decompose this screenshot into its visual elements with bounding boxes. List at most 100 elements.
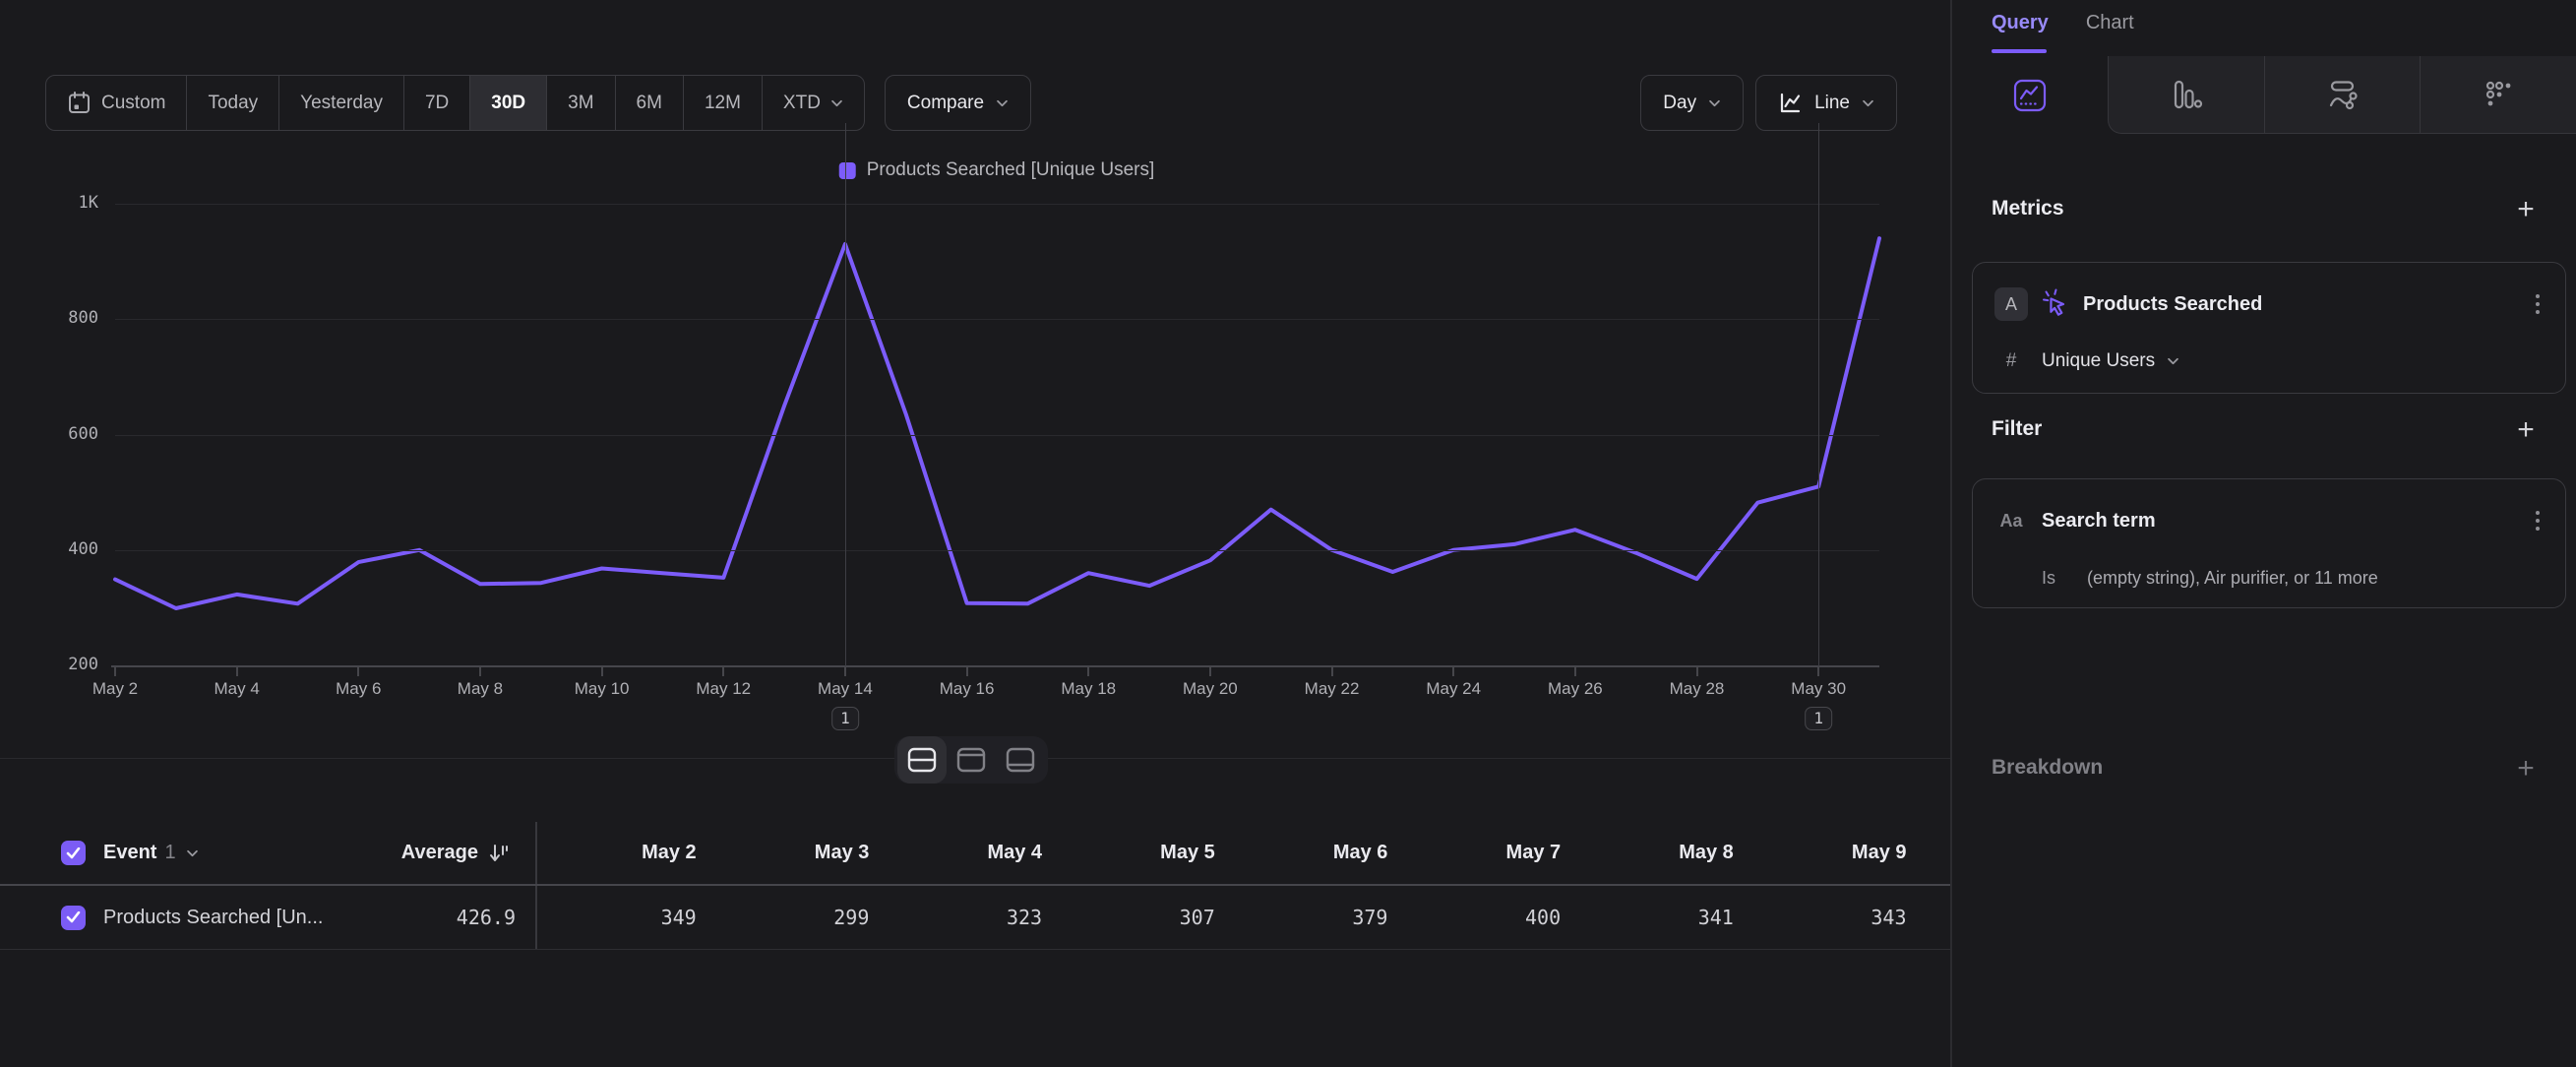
table-value-cell: 379 [1229, 886, 1402, 949]
x-tick-label: May 26 [1516, 679, 1634, 699]
x-tick-mark [357, 666, 359, 676]
row-label: Products Searched [Un... [103, 907, 323, 929]
average-column-label: Average [401, 842, 478, 864]
table-column-header[interactable]: May 5 [1056, 822, 1229, 884]
x-tick-mark [844, 666, 846, 676]
split-view-icon [907, 747, 937, 773]
tab-flows[interactable] [2264, 56, 2421, 134]
metric-card[interactable]: A Products Searched # Unique Users [1972, 262, 2566, 394]
kebab-menu-icon[interactable] [2530, 509, 2545, 533]
select-all-checkbox[interactable] [61, 841, 86, 865]
y-gridline [115, 435, 1879, 436]
flows-icon [2324, 77, 2360, 112]
tab-insights-line-chart[interactable] [1952, 56, 2108, 134]
x-tick-label: May 30 [1759, 679, 1877, 699]
x-tick-label: May 12 [664, 679, 782, 699]
filter-heading: Filter [1992, 417, 2042, 441]
table-row-left: Products Searched [Un... 426.9 [0, 886, 537, 949]
kebab-menu-icon[interactable] [2530, 292, 2545, 316]
event-column-label: Event [103, 842, 156, 864]
chart-line [0, 0, 1950, 787]
table-value-cell: 349 [537, 886, 710, 949]
x-tick-label: May 8 [421, 679, 539, 699]
filter-condition[interactable]: Is (empty string), Air purifier, or 11 m… [1994, 564, 2378, 592]
y-tick-label: 600 [20, 424, 98, 444]
x-tick-mark [601, 666, 603, 676]
sidebar-tabs: Query Chart [1992, 12, 2134, 34]
view-toggle [894, 736, 1048, 784]
x-tick-label: May 10 [543, 679, 661, 699]
annotation-badge[interactable]: 1 [831, 707, 859, 730]
add-breakdown-button[interactable]: + [2511, 754, 2541, 784]
filter-card[interactable]: Aa Search term Is (empty string), Air pu… [1972, 478, 2566, 608]
aggregation-label: Unique Users [2042, 350, 2155, 372]
x-tick-label: May 24 [1394, 679, 1512, 699]
chevron-down-icon[interactable] [186, 849, 199, 857]
metrics-heading: Metrics [1992, 197, 2064, 220]
x-tick-label: May 6 [299, 679, 417, 699]
metric-name: Products Searched [2083, 293, 2262, 316]
table-column-header[interactable]: May 9 [1748, 822, 1921, 884]
breakdown-heading: Breakdown [1992, 756, 2103, 780]
metric-aggregation-selector[interactable]: # Unique Users [1994, 347, 2179, 375]
metric-series-badge: A [1994, 287, 2028, 321]
x-tick-mark [1087, 666, 1089, 676]
x-tick-mark [722, 666, 724, 676]
table-column-header[interactable]: May 2 [537, 822, 710, 884]
check-icon [66, 847, 81, 859]
metric-card-header: A Products Searched [1994, 286, 2545, 322]
x-tick-label: May 16 [908, 679, 1026, 699]
table-column-header[interactable]: May 6 [1229, 822, 1402, 884]
results-table: Event 1 Average May 2May 3May 4May 5May … [0, 822, 1950, 950]
x-tick-mark [1452, 666, 1454, 676]
filter-operator: Is [2042, 568, 2055, 589]
table-row[interactable]: Products Searched [Un... 426.9 349299323… [0, 886, 1950, 950]
row-checkbox[interactable] [61, 906, 86, 930]
add-filter-button[interactable]: + [2511, 415, 2541, 445]
event-count: 1 [164, 842, 175, 864]
table-only-view-icon [1006, 747, 1035, 773]
sort-descending-icon[interactable] [487, 842, 511, 865]
table-header-left: Event 1 Average [0, 822, 537, 884]
row-average-value: 426.9 [457, 906, 535, 929]
table-value-cell: 341 [1574, 886, 1748, 949]
x-tick-label: May 4 [178, 679, 296, 699]
table-value-cell: 323 [883, 886, 1056, 949]
tab-retention-grid[interactable] [2420, 56, 2576, 134]
x-tick-label: May 28 [1638, 679, 1756, 699]
tab-chart[interactable]: Chart [2086, 12, 2134, 34]
table-value-cell: 307 [1056, 886, 1229, 949]
chart-only-view-button[interactable] [947, 736, 996, 784]
add-metric-button[interactable]: + [2511, 195, 2541, 224]
annotation-line [1818, 123, 1819, 666]
table-column-header[interactable]: May 4 [883, 822, 1056, 884]
annotation-badge[interactable]: 1 [1805, 707, 1832, 730]
event-click-icon [2042, 288, 2069, 320]
x-tick-mark [1209, 666, 1211, 676]
number-symbol: # [1994, 350, 2028, 372]
query-sidebar: Query Chart [1950, 0, 2576, 1067]
x-tick-mark [1696, 666, 1698, 676]
active-tab-underline [1992, 49, 2047, 53]
x-tick-mark [1817, 666, 1819, 676]
y-tick-label: 400 [20, 539, 98, 559]
split-view-button[interactable] [897, 736, 947, 784]
tab-funnels-bar-chart[interactable] [2108, 56, 2264, 134]
table-column-header[interactable]: May 7 [1401, 822, 1574, 884]
table-column-header[interactable]: May 3 [710, 822, 884, 884]
analytics-app: Custom Today Yesterday 7D 30D 3M 6M 12M … [0, 0, 2576, 1067]
filter-values-summary: (empty string), Air purifier, or 11 more [2087, 568, 2378, 589]
chart: 1K800600400200May 2May 4May 6May 8May 10… [0, 0, 1950, 787]
y-gridline [115, 319, 1879, 320]
x-tick-label: May 20 [1151, 679, 1269, 699]
x-tick-label: May 2 [56, 679, 174, 699]
table-value-cell: 343 [1748, 886, 1921, 949]
tab-query[interactable]: Query [1992, 12, 2049, 34]
y-tick-label: 200 [20, 655, 98, 674]
x-tick-mark [966, 666, 968, 676]
y-tick-label: 1K [20, 193, 98, 213]
table-only-view-button[interactable] [996, 736, 1045, 784]
table-column-header[interactable]: May 8 [1574, 822, 1748, 884]
x-tick-label: May 22 [1273, 679, 1391, 699]
annotation-line [845, 123, 846, 666]
